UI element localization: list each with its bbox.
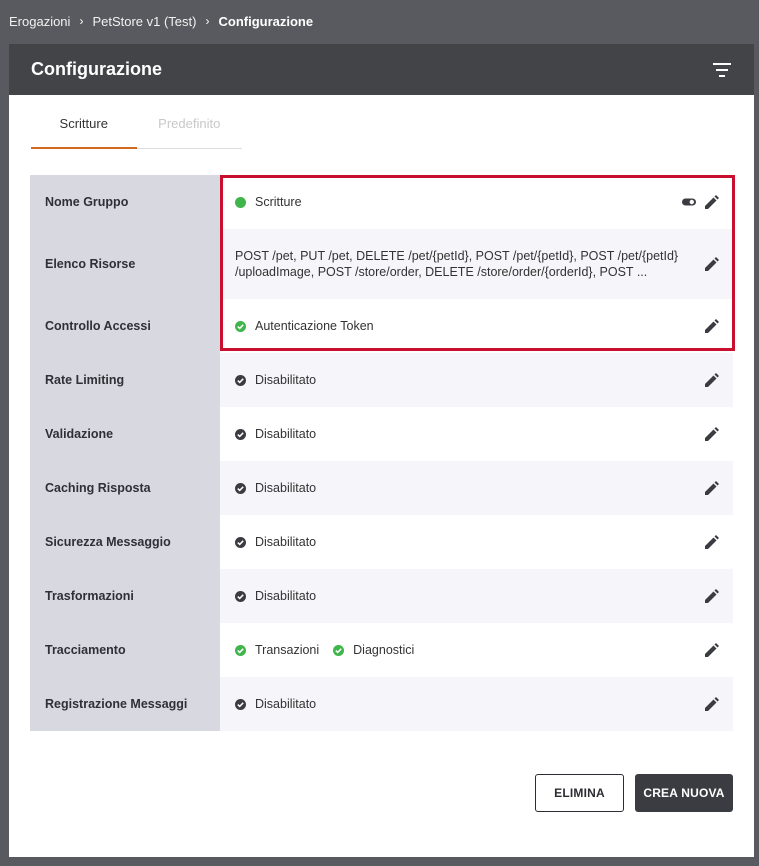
row-tracciamento: Tracciamento Transazioni Diagnostici [30,623,733,677]
chevron-right-icon: › [205,14,210,28]
check-circle-icon [235,590,246,602]
row-controllo-accessi: Controllo Accessi Autenticazione Token [30,299,733,353]
breadcrumb-petstore[interactable]: PetStore v1 (Test) [92,14,196,29]
check-circle-icon [333,644,345,656]
filter-icon[interactable] [712,62,732,78]
row-label: Validazione [30,407,220,461]
group-name-value: Scritture [255,195,302,209]
row-label: Sicurezza Messaggio [30,515,220,569]
row-elenco-risorse: Elenco Risorse POST /pet, PUT /pet, DELE… [30,229,733,299]
row-label: Elenco Risorse [30,229,220,299]
row-label: Nome Gruppo [30,175,220,229]
check-circle-icon [235,698,246,710]
row-trasformazioni: Trasformazioni Disabilitato [30,569,733,623]
status-value: Disabilitato [255,535,317,549]
panel-header: Configurazione [9,44,754,95]
row-label: Controllo Accessi [30,299,220,353]
edit-icon[interactable] [705,427,719,441]
status-value: Disabilitato [255,373,317,387]
row-label: Registrazione Messaggi [30,677,220,731]
group-tabs: Scritture Predefinito [31,100,242,149]
breadcrumb: Erogazioni › PetStore v1 (Test) › Config… [9,12,313,30]
breadcrumb-configurazione: Configurazione [218,13,314,29]
breadcrumb-erogazioni[interactable]: Erogazioni [9,14,70,29]
check-circle-icon [235,482,246,494]
check-circle-icon [235,644,246,656]
check-circle-icon [235,536,246,548]
row-label: Caching Risposta [30,461,220,515]
check-circle-icon [235,428,246,440]
status-value: Disabilitato [255,697,317,711]
row-rate-limiting: Rate Limiting Disabilitato [30,353,733,407]
status-value: Disabilitato [255,481,317,495]
resources-line: POST /pet, PUT /pet, DELETE /pet/{petId}… [235,249,679,263]
configuration-panel: Configurazione Scritture Predefinito Nom… [9,44,754,857]
row-caching-risposta: Caching Risposta Disabilitato [30,461,733,515]
edit-icon[interactable] [705,535,719,549]
access-control-value: Autenticazione Token [255,319,374,333]
chevron-right-icon: › [79,14,84,28]
edit-icon[interactable] [705,643,719,657]
check-circle-icon [235,374,246,386]
edit-icon[interactable] [705,697,719,711]
row-label: Rate Limiting [30,353,220,407]
status-value: Disabilitato [255,589,317,603]
row-label: Trasformazioni [30,569,220,623]
tab-scritture[interactable]: Scritture [31,100,137,149]
row-registrazione-messaggi: Registrazione Messaggi Disabilitato [30,677,733,731]
status-value: Disabilitato [255,427,317,441]
edit-icon[interactable] [705,589,719,603]
row-validazione: Validazione Disabilitato [30,407,733,461]
edit-icon[interactable] [705,319,719,333]
tracing-transactions-value: Transazioni [255,643,320,657]
row-nome-gruppo: Nome Gruppo Scritture [30,175,733,229]
edit-icon[interactable] [705,373,719,387]
tab-predefinito[interactable]: Predefinito [137,100,243,148]
edit-icon[interactable] [705,195,719,209]
status-dot-icon [235,196,246,208]
page-title: Configurazione [31,59,162,79]
resources-line: /uploadImage, POST /store/order, DELETE … [235,265,648,279]
tracing-diagnostics-value: Diagnostici [353,643,415,657]
create-new-button[interactable]: CREA NUOVA [635,774,733,812]
delete-button[interactable]: ELIMINA [535,774,624,812]
toggle-icon[interactable] [682,195,696,209]
row-sicurezza-messaggio: Sicurezza Messaggio Disabilitato [30,515,733,569]
configuration-grid: Nome Gruppo Scritture Elenco Risorse POS… [30,175,733,731]
check-circle-icon [235,320,246,332]
edit-icon[interactable] [705,257,719,271]
resources-list: POST /pet, PUT /pet, DELETE /pet/{petId}… [235,248,705,280]
edit-icon[interactable] [705,481,719,495]
row-label: Tracciamento [30,623,220,677]
